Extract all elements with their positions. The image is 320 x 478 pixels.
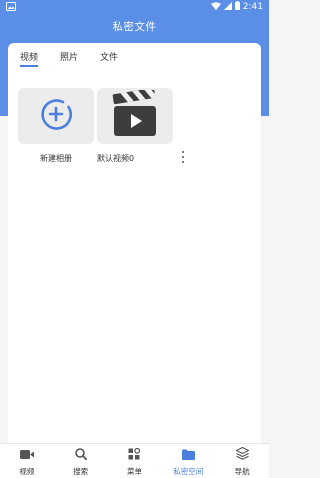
add-circle-icon bbox=[39, 97, 73, 135]
clapperboard-icon bbox=[110, 88, 160, 142]
gallery-notification-icon bbox=[6, 2, 16, 14]
content-card: 视频 照片 文件 新建相册 默认视频0 bbox=[8, 43, 261, 443]
new-album-label: 新建相册 bbox=[40, 154, 72, 163]
nav-item-private-space[interactable]: 私密空间 bbox=[161, 444, 215, 478]
tab-bar: 视频 照片 文件 bbox=[20, 51, 118, 67]
nav-label-menu: 菜单 bbox=[126, 467, 142, 476]
signal-icon bbox=[223, 1, 232, 13]
album-thumbnail bbox=[97, 88, 173, 144]
album-tile[interactable]: 默认视频0 bbox=[97, 88, 184, 164]
tab-videos[interactable]: 视频 bbox=[20, 51, 39, 67]
nav-item-menu[interactable]: 菜单 bbox=[108, 444, 162, 478]
folder-icon bbox=[181, 445, 195, 464]
tab-files[interactable]: 文件 bbox=[100, 51, 118, 67]
grid-menu-icon bbox=[128, 445, 141, 464]
wifi-icon bbox=[210, 1, 221, 13]
album-grid: 新建相册 默认视频0 bbox=[18, 88, 184, 164]
nav-item-videos[interactable]: 视频 bbox=[0, 444, 54, 478]
tab-photos[interactable]: 照片 bbox=[60, 51, 78, 67]
battery-icon bbox=[234, 1, 240, 13]
page-title: 私密文件 bbox=[112, 21, 157, 33]
nav-label-videos: 视频 bbox=[19, 467, 35, 476]
status-time: 2:41 bbox=[242, 2, 263, 12]
nav-label-search: 搜索 bbox=[73, 467, 89, 476]
bottom-navigation: 视频 搜索 菜单 私密空间 导航 bbox=[0, 443, 269, 478]
search-icon bbox=[74, 445, 88, 464]
more-options-icon[interactable] bbox=[179, 151, 187, 163]
new-album-tile[interactable]: 新建相册 bbox=[18, 88, 94, 164]
nav-item-search[interactable]: 搜索 bbox=[54, 444, 108, 478]
new-album-thumbnail bbox=[18, 88, 94, 144]
album-label: 默认视频0 bbox=[97, 154, 135, 163]
layers-icon bbox=[235, 445, 249, 464]
status-bar: 2:41 bbox=[0, 0, 269, 14]
nav-label-navigation: 导航 bbox=[234, 467, 250, 476]
video-icon bbox=[19, 445, 34, 464]
nav-label-private-space: 私密空间 bbox=[173, 467, 204, 476]
nav-item-navigation[interactable]: 导航 bbox=[215, 444, 269, 478]
